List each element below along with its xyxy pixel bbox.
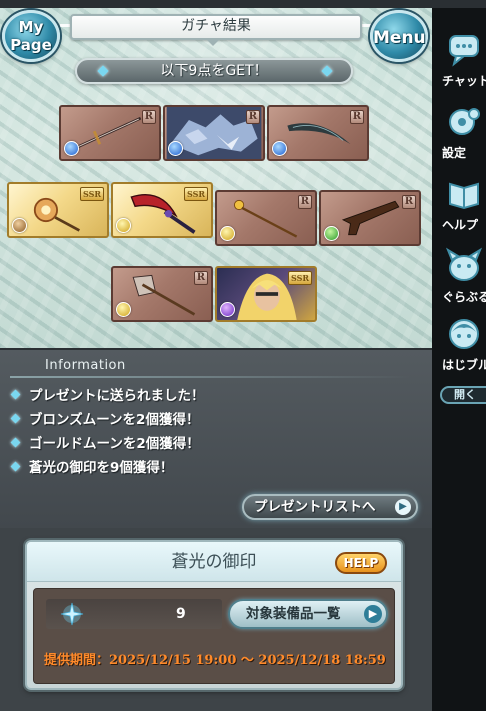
info-message-text: プレゼントに送られました！ (29, 388, 205, 404)
water-element-icon (64, 141, 79, 156)
sidebar-item-help[interactable]: ヘルプ (432, 174, 486, 240)
seal-header: 蒼光の御印 HELP (27, 542, 401, 582)
rarity-badge: R (349, 110, 364, 124)
info-message-text: 蒼光の御印を9個獲得！ (29, 460, 174, 476)
get-count-text: 以下9点をGET！ (160, 63, 268, 79)
rarity-badge: R (141, 110, 156, 124)
light-element-icon (116, 302, 131, 317)
information-title: Information (45, 358, 126, 373)
info-message-text: ゴールドムーンを2個獲得！ (29, 436, 200, 452)
seal-body: 9 対象装備品一覧 ▶ 提供期間：2025/12/15 19:00 〜 2025… (33, 588, 395, 684)
water-element-icon (168, 141, 183, 156)
mypage-label-line2: Page (10, 36, 52, 54)
mypage-button[interactable]: My Page (2, 10, 60, 62)
wind-element-icon (324, 226, 339, 241)
arrow-right-icon: ▶ (395, 499, 411, 515)
sidebar-item-guide[interactable]: はじブル (432, 314, 486, 380)
sidebar-item-label: はじブル (442, 358, 486, 372)
target-equipment-list-label: 対象装備品一覧 (246, 606, 341, 622)
rarity-badge: SSR (287, 271, 312, 285)
result-item-character[interactable]: SSR (215, 266, 317, 322)
target-equipment-list-button[interactable]: 対象装備品一覧 ▶ (228, 599, 388, 629)
result-item-blade[interactable]: SSR (111, 182, 213, 238)
info-message: プレゼントに送られました！ (10, 384, 205, 404)
sidebar-item-chat[interactable]: チャット (432, 30, 486, 96)
blue-seal-icon (60, 602, 84, 626)
dark-element-icon (220, 302, 235, 317)
information-panel: Information プレゼントに送られました！ ブロンズムーンを2個獲得！ … (0, 348, 432, 528)
result-item-gun[interactable]: R (319, 190, 421, 246)
chat-icon (449, 35, 479, 67)
rarity-badge: R (245, 110, 260, 124)
help-button[interactable]: HELP (335, 552, 387, 574)
menu-button[interactable]: Menu (370, 10, 428, 62)
result-item-scythe[interactable]: R (267, 105, 369, 161)
rarity-badge: R (401, 195, 416, 209)
header-notch (206, 39, 220, 46)
sidebar-item-label: 設定 (442, 146, 467, 160)
information-divider (10, 376, 410, 378)
result-item-axe[interactable]: R (111, 266, 213, 322)
earth-element-icon (12, 218, 27, 233)
present-list-label: プレゼントリストへ (254, 499, 376, 515)
rarity-badge: R (297, 195, 312, 209)
result-item-staff[interactable]: R (215, 190, 317, 246)
help-book-icon (449, 182, 479, 210)
rarity-badge: SSR (79, 187, 104, 201)
diamond-icon (10, 437, 21, 447)
sidebar-item-label: チャット (442, 74, 486, 88)
light-element-icon (116, 218, 131, 233)
sidebar-open-label: 開く (454, 388, 476, 401)
seal-panel: 蒼光の御印 HELP 9 対象装備品一覧 ▶ 提供期間：2025/12/15 1… (25, 540, 403, 690)
sidebar-item-mascot[interactable]: ぐらぶるっ (432, 246, 486, 312)
get-banner: 以下9点をGET！ (75, 58, 353, 84)
page-title: ガチャ結果 (181, 18, 251, 34)
settings-icon (449, 108, 480, 135)
seal-count: 9 (176, 606, 186, 622)
sidebar-item-label: ぐらぶるっ (442, 290, 486, 304)
rarity-badge: R (193, 271, 208, 285)
present-list-button[interactable]: プレゼントリストへ ▶ (242, 494, 418, 520)
seal-count-box: 9 (46, 599, 222, 629)
diamond-icon (10, 413, 21, 423)
mypage-label-line1: My (18, 18, 44, 36)
diamond-icon (10, 389, 21, 399)
info-message: 蒼光の御印を9個獲得！ (10, 456, 174, 476)
info-message-text: ブロンズムーンを2個獲得！ (29, 412, 200, 428)
water-element-icon (272, 141, 287, 156)
diamond-icon (10, 461, 21, 471)
sidebar-item-settings[interactable]: 設定 (432, 102, 486, 168)
mascot-icon (445, 247, 483, 281)
result-item-sword[interactable]: R (59, 105, 161, 161)
sidebar-item-label: ヘルプ (442, 218, 479, 232)
result-item-summon-dragon[interactable]: R (163, 105, 265, 161)
info-message: ブロンズムーンを2個獲得！ (10, 408, 200, 428)
top-strip (0, 0, 486, 8)
guide-character-icon (449, 319, 479, 349)
info-message: ゴールドムーンを2個獲得！ (10, 432, 200, 452)
result-item-staff-orb[interactable]: SSR (7, 182, 109, 238)
light-element-icon (220, 226, 235, 241)
right-sidebar: チャット 設定 ヘルプ ぐらぶるっ はじブル 開く (432, 8, 486, 711)
rarity-badge: SSR (183, 187, 208, 201)
menu-label: Menu (373, 28, 426, 48)
sidebar-open-button[interactable]: 開く (440, 386, 486, 404)
offer-period: 提供期間：2025/12/15 19:00 〜 2025/12/18 18:59 (44, 653, 386, 668)
arrow-right-icon: ▶ (364, 605, 382, 623)
game-main-area: ガチャ結果 My Page Menu 以下9点をGET！ R R R SSR S… (0, 8, 432, 711)
